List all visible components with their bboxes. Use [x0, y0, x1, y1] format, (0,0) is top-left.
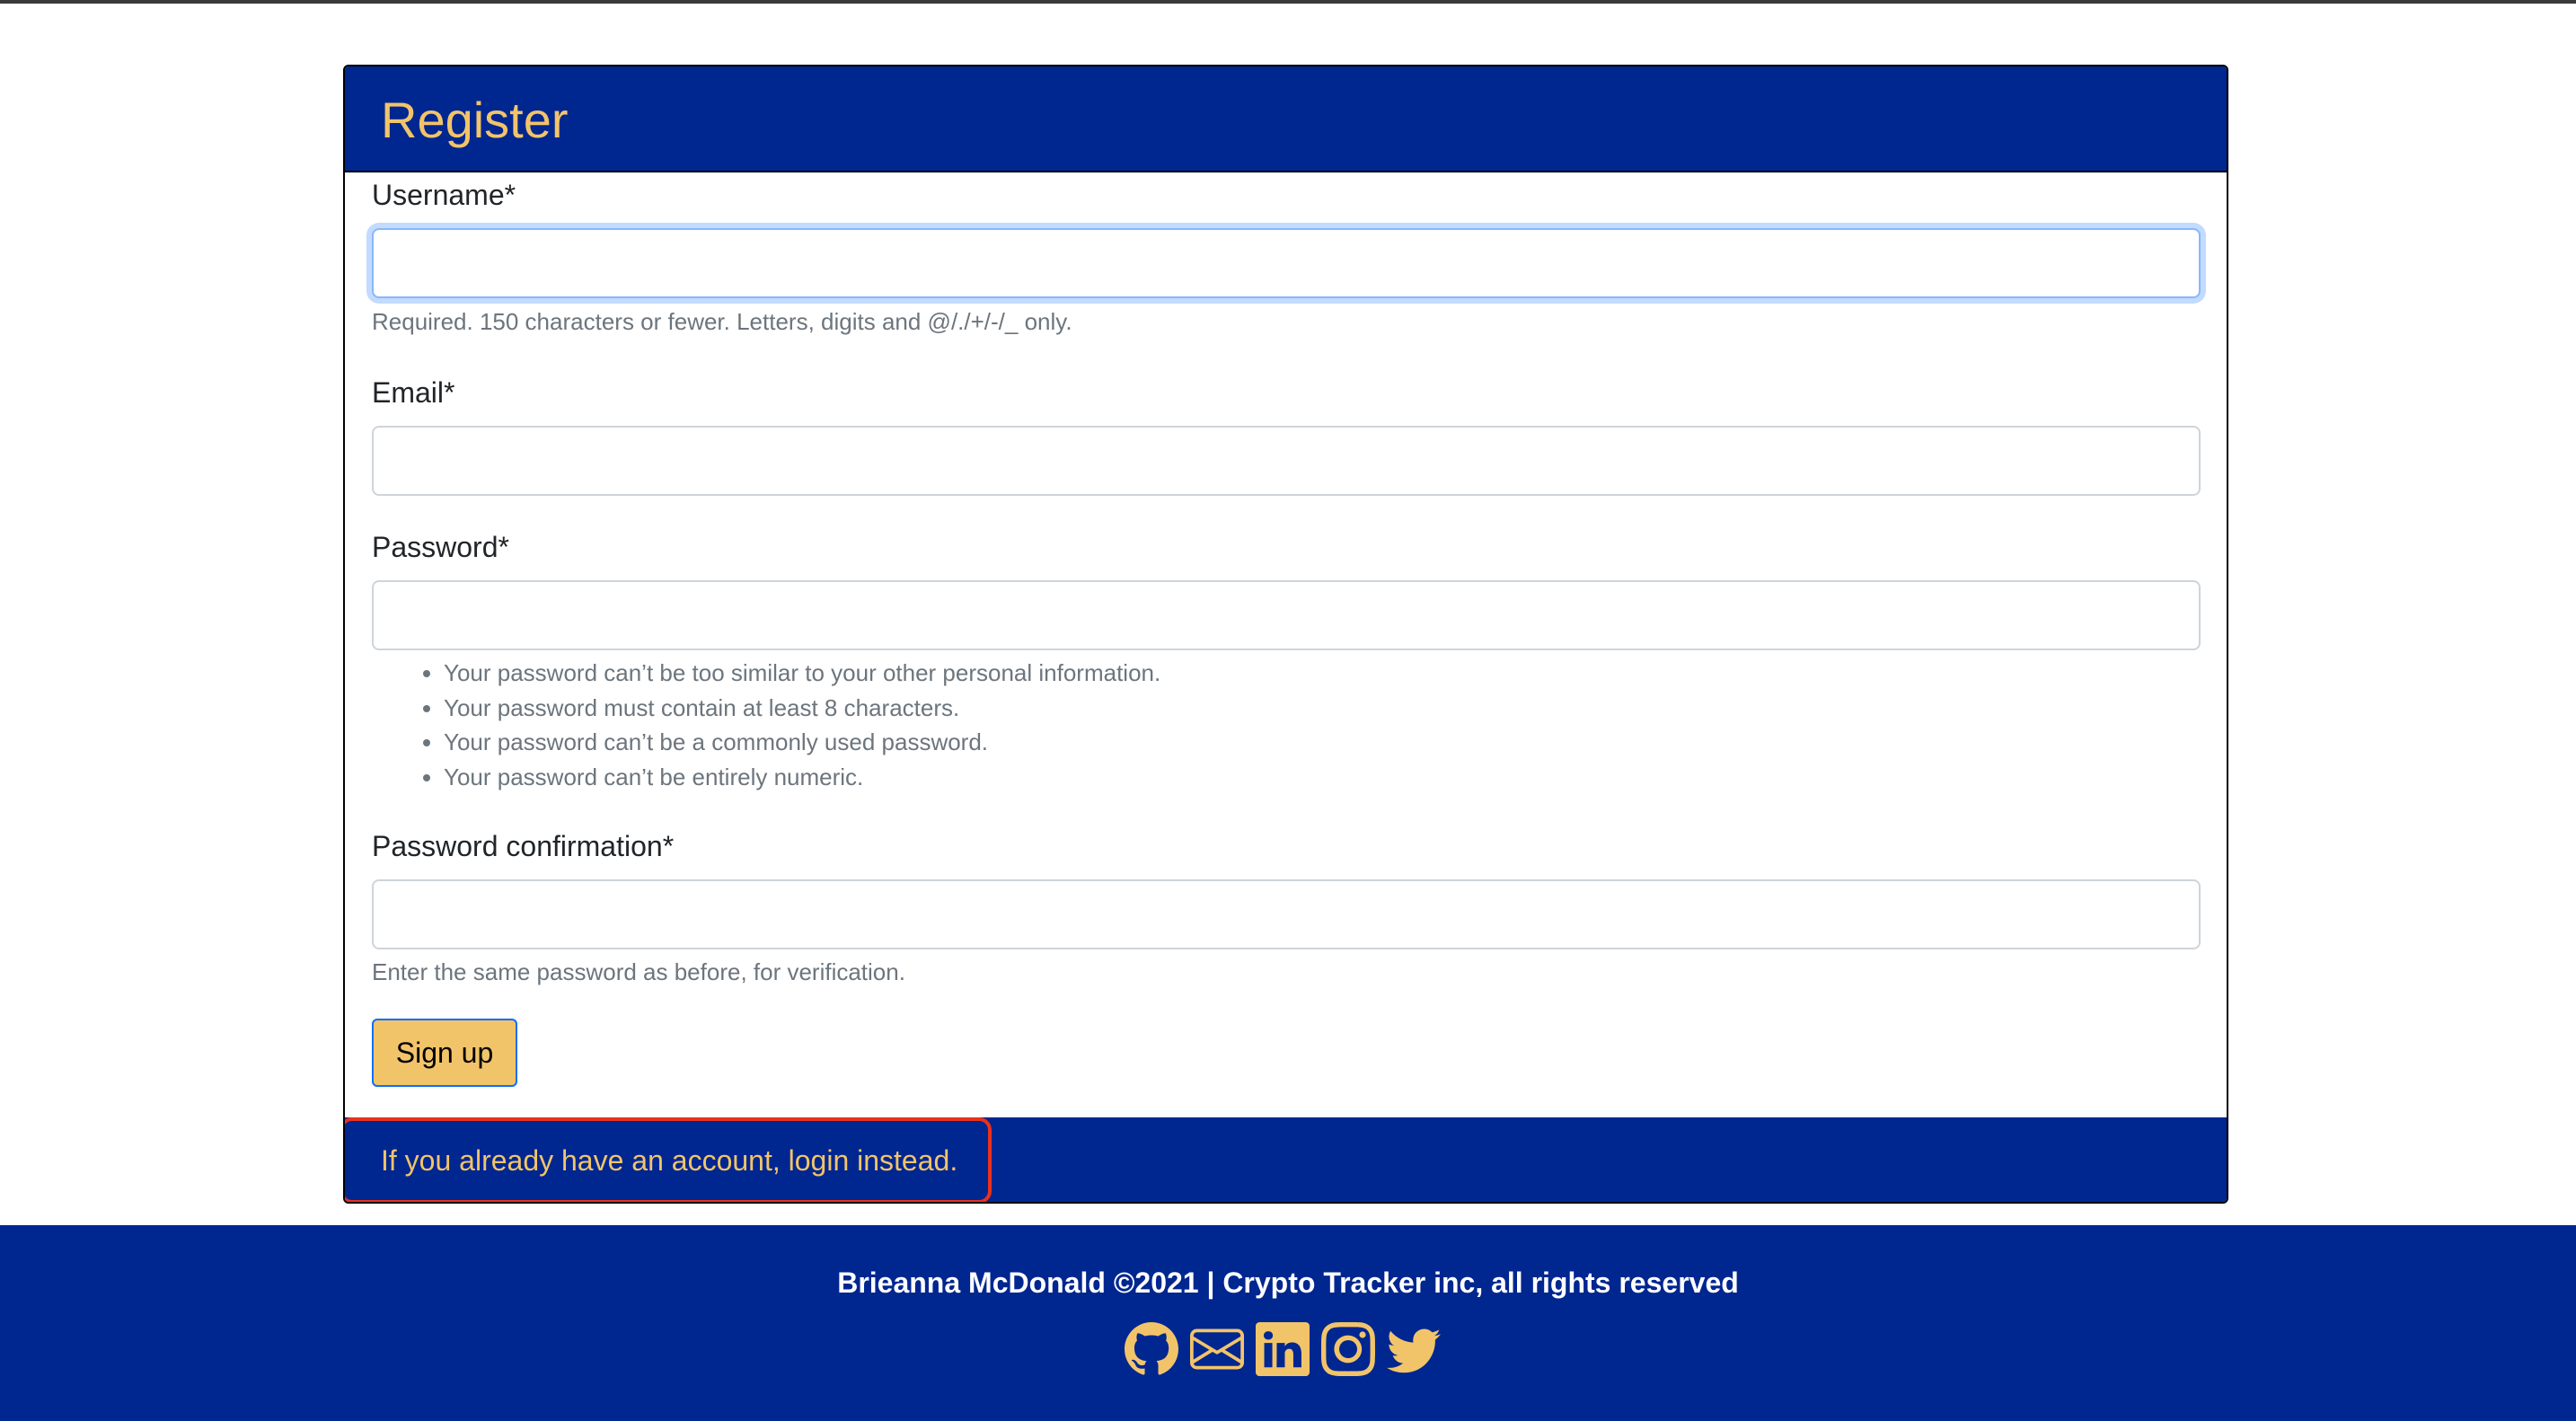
- login-link[interactable]: login: [789, 1144, 850, 1177]
- email-input[interactable]: [372, 426, 2201, 496]
- page-title: Register: [381, 92, 569, 148]
- instagram-icon[interactable]: [1321, 1320, 1375, 1378]
- sign-up-button[interactable]: Sign up: [372, 1019, 517, 1087]
- password-confirmation-help-text: Enter the same password as before, for v…: [372, 958, 905, 985]
- card-header: Register: [345, 66, 2227, 172]
- username-help-text: Required. 150 characters or fewer. Lette…: [372, 308, 1072, 335]
- password-requirement-item: Your password can’t be entirely numeric.: [444, 760, 1160, 795]
- password-confirmation-label: Password confirmation*: [372, 830, 675, 862]
- email-label: Email*: [372, 376, 455, 409]
- twitter-icon[interactable]: [1387, 1320, 1441, 1378]
- login-prompt: If you already have an account, login in…: [381, 1143, 957, 1178]
- username-label: Username*: [372, 179, 516, 211]
- username-input[interactable]: [372, 228, 2201, 298]
- site-footer: Brieanna McDonald ©2021 | Crypto Tracker…: [0, 1225, 2576, 1421]
- envelope-icon[interactable]: [1190, 1320, 1244, 1378]
- login-prompt-suffix: instead.: [849, 1144, 958, 1177]
- password-input[interactable]: [372, 580, 2201, 650]
- password-requirements-list: Your password can’t be too similar to yo…: [372, 656, 1160, 794]
- password-confirmation-input[interactable]: [372, 879, 2201, 949]
- password-requirement-item: Your password must contain at least 8 ch…: [444, 691, 1160, 726]
- register-card: Register Username* Required. 150 charact…: [343, 65, 2228, 1204]
- password-requirement-item: Your password can’t be too similar to yo…: [444, 656, 1160, 691]
- top-border: [0, 0, 2576, 4]
- social-links: [1125, 1320, 1441, 1378]
- card-footer: If you already have an account, login in…: [345, 1117, 2227, 1202]
- password-label: Password*: [372, 531, 509, 563]
- password-requirement-item: Your password can’t be a commonly used p…: [444, 725, 1160, 760]
- copyright-text: Brieanna McDonald ©2021 | Crypto Tracker…: [837, 1267, 1739, 1299]
- github-icon[interactable]: [1125, 1320, 1178, 1378]
- login-prompt-prefix: If you already have an account,: [381, 1144, 789, 1177]
- linkedin-icon[interactable]: [1256, 1320, 1310, 1378]
